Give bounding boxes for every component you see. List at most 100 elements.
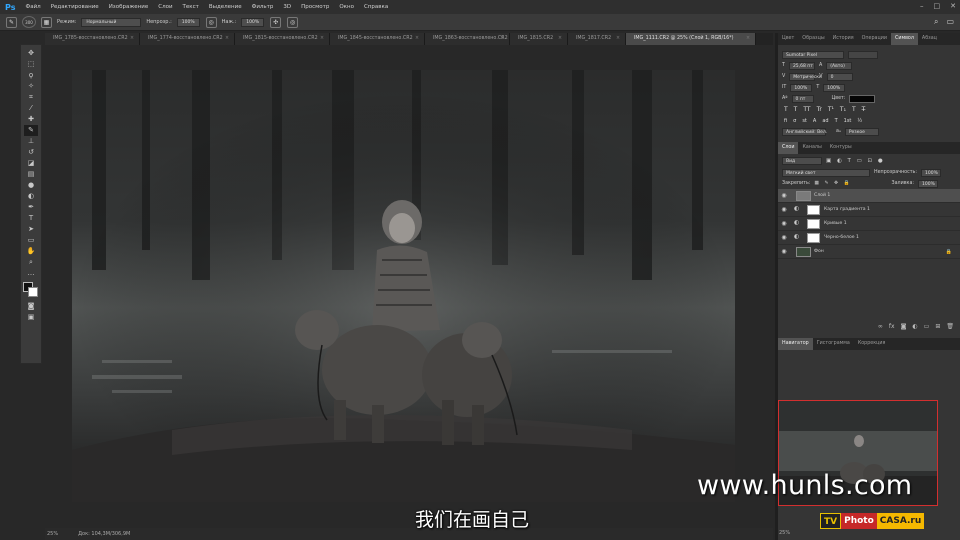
path-select-tool-icon[interactable]: ➤: [24, 224, 38, 235]
leading-field[interactable]: (Авто): [826, 61, 853, 70]
style-button[interactable]: T₁: [840, 106, 846, 113]
background-color[interactable]: [28, 287, 38, 297]
navigator-zoom[interactable]: 25%: [779, 530, 790, 536]
flow-field[interactable]: 100%: [241, 17, 265, 27]
dodge-tool-icon[interactable]: ◐: [24, 191, 38, 202]
style-button[interactable]: T: [784, 106, 788, 113]
menu-text[interactable]: Текст: [183, 4, 199, 10]
style-button[interactable]: T: [794, 106, 798, 113]
minimize-icon[interactable]: –: [920, 2, 924, 10]
mask-icon[interactable]: ◙: [901, 323, 907, 330]
marquee-tool-icon[interactable]: ⬚: [24, 59, 38, 70]
menu-help[interactable]: Справка: [364, 4, 388, 10]
menu-filter[interactable]: Фильтр: [252, 4, 274, 10]
lock-icons[interactable]: ▦ ✎ ✥ 🔒: [814, 181, 851, 186]
font-family-select[interactable]: Sumotar Pixel: [782, 50, 844, 59]
opentype-button[interactable]: ad: [822, 118, 828, 124]
layer-row[interactable]: ◉ Слой 1: [778, 189, 960, 203]
close-tab-icon[interactable]: ×: [130, 33, 134, 45]
style-button[interactable]: T̶: [862, 106, 866, 113]
doc-tab-active[interactable]: IMG_1111.CR2 @ 25% (Слой 1, RGB/16*) ×: [626, 33, 756, 45]
pen-tool-icon[interactable]: ✒: [24, 202, 38, 213]
close-tab-icon[interactable]: ×: [558, 33, 562, 45]
gradient-tool-icon[interactable]: ▤: [24, 169, 38, 180]
tab-histogram[interactable]: Гистограмма: [813, 338, 854, 350]
pressure-opacity-icon[interactable]: ◎: [205, 16, 217, 28]
eraser-tool-icon[interactable]: ◪: [24, 158, 38, 169]
move-tool-icon[interactable]: ✥: [24, 48, 38, 59]
language-select[interactable]: Английский: Вел.: [782, 127, 827, 136]
font-style-select[interactable]: [848, 50, 878, 59]
menu-3d[interactable]: 3D: [283, 4, 291, 10]
doc-tab[interactable]: IMG_1863-восстановлено.CR2 ×: [425, 33, 510, 45]
opentype-button[interactable]: st: [802, 118, 807, 124]
close-icon[interactable]: ✕: [950, 2, 956, 10]
menu-file[interactable]: Файл: [25, 4, 40, 10]
filter-icons[interactable]: ▣ ◐ T ▭ ⊡ ●: [826, 158, 885, 164]
close-tab-icon[interactable]: ×: [225, 33, 229, 45]
close-tab-icon[interactable]: ×: [500, 33, 504, 45]
doc-tab[interactable]: IMG_1817.CR2 ×: [568, 33, 626, 45]
visibility-eye-icon[interactable]: ◉: [778, 248, 790, 255]
style-button[interactable]: TT: [803, 106, 810, 113]
more-tools-icon[interactable]: …: [24, 268, 38, 279]
trash-icon[interactable]: 🗑: [946, 323, 954, 330]
search-icon[interactable]: ⌕: [934, 17, 938, 27]
fx-icon[interactable]: fx: [889, 323, 895, 330]
opentype-button[interactable]: ½: [857, 118, 862, 124]
layer-row[interactable]: ◉ ◐ Кривые 1: [778, 217, 960, 231]
tab-paragraph[interactable]: Абзац: [918, 33, 941, 45]
opacity-field[interactable]: 100%: [176, 17, 200, 27]
close-tab-icon[interactable]: ×: [616, 33, 620, 45]
tab-layers[interactable]: Слои: [778, 142, 799, 154]
tab-adjustments[interactable]: Коррекция: [854, 338, 890, 350]
blend-mode-select[interactable]: Мягкий свет: [782, 168, 870, 177]
doc-tab[interactable]: IMG_1845-восстановлено.CR2 ×: [330, 33, 425, 45]
quick-mask-icon[interactable]: ◙: [24, 301, 38, 312]
close-tab-icon[interactable]: ×: [415, 33, 419, 45]
text-color-swatch[interactable]: [849, 94, 876, 103]
menu-image[interactable]: Изображение: [109, 4, 149, 10]
style-button[interactable]: Tr: [817, 106, 822, 113]
history-brush-tool-icon[interactable]: ↺: [24, 147, 38, 158]
link-icon[interactable]: ∞: [878, 323, 883, 330]
tab-navigator[interactable]: Навигатор: [778, 338, 813, 350]
crop-tool-icon[interactable]: ⌗: [24, 92, 38, 103]
layers-filter-select[interactable]: Вид: [782, 156, 822, 165]
menu-edit[interactable]: Редактирование: [51, 4, 99, 10]
visibility-eye-icon[interactable]: ◉: [778, 234, 790, 241]
doc-tab[interactable]: IMG_1785-восстановлено.CR2 ×: [45, 33, 140, 45]
healing-tool-icon[interactable]: ✚: [24, 114, 38, 125]
visibility-eye-icon[interactable]: ◉: [778, 206, 790, 213]
antialias-select[interactable]: Резкое: [844, 127, 879, 136]
doc-tab[interactable]: IMG_1774-восстановлено.CR2 ×: [140, 33, 235, 45]
close-tab-icon[interactable]: ×: [746, 33, 750, 45]
shape-tool-icon[interactable]: ▭: [24, 235, 38, 246]
layer-fill-field[interactable]: 100%: [918, 179, 939, 188]
magic-wand-tool-icon[interactable]: ✧: [24, 81, 38, 92]
menu-layers[interactable]: Слои: [158, 4, 172, 10]
pressure-size-icon[interactable]: ◎: [287, 16, 299, 28]
color-swatches[interactable]: [23, 282, 39, 298]
close-tab-icon[interactable]: ×: [320, 33, 324, 45]
zoom-tool-icon[interactable]: ⌕: [24, 257, 38, 268]
menu-window[interactable]: Окно: [339, 4, 354, 10]
layer-row[interactable]: ◉ ◐ Карта градиента 1: [778, 203, 960, 217]
adjustment-layer-icon[interactable]: ◐: [912, 323, 917, 330]
hand-tool-icon[interactable]: ✋: [24, 246, 38, 257]
brush-preset-icon[interactable]: ✎: [6, 16, 17, 28]
new-layer-icon[interactable]: ⊞: [935, 323, 940, 330]
airbrush-icon[interactable]: ✣: [270, 16, 282, 28]
hscale-field[interactable]: 100%: [823, 83, 846, 92]
tab-history[interactable]: История: [829, 33, 858, 45]
opentype-button[interactable]: 1st: [844, 118, 852, 124]
eyedropper-tool-icon[interactable]: ⁄: [24, 103, 38, 114]
maximize-icon[interactable]: □: [934, 2, 941, 10]
tab-paths[interactable]: Контуры: [826, 142, 856, 154]
layer-row[interactable]: ◉ ◐ Черно-белое 1: [778, 231, 960, 245]
layer-row[interactable]: ◉ Фон 🔒: [778, 245, 960, 259]
brush-size[interactable]: 300: [22, 16, 36, 28]
visibility-eye-icon[interactable]: ◉: [778, 192, 790, 199]
opentype-button[interactable]: σ: [793, 118, 796, 124]
tab-actions[interactable]: Операции: [858, 33, 891, 45]
